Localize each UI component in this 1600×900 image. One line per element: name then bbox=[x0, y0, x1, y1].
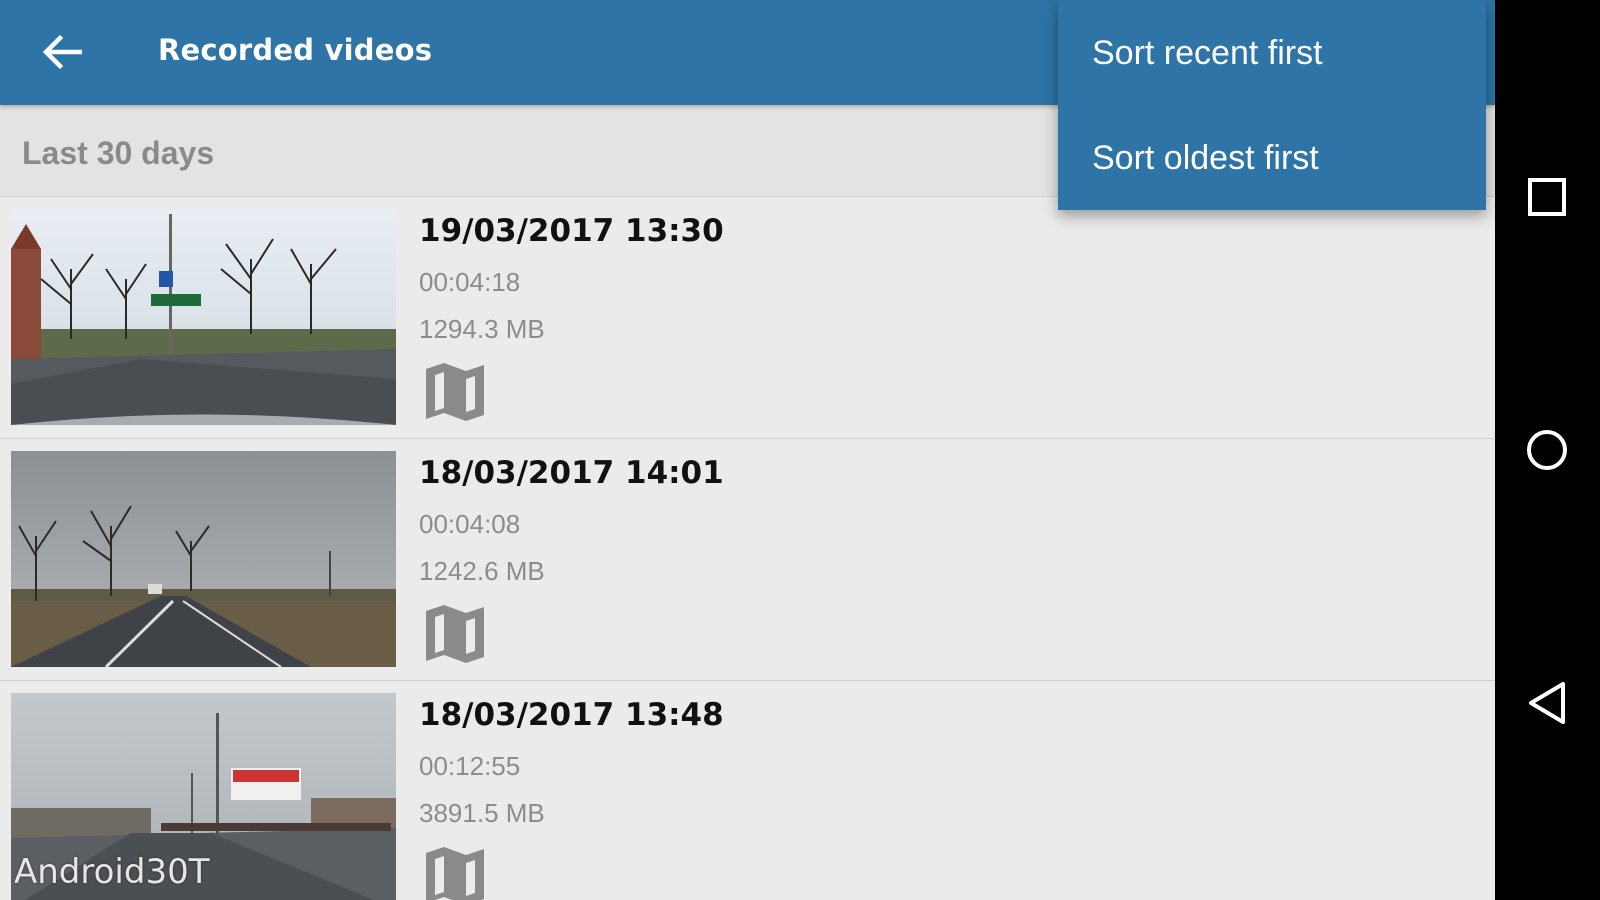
video-size: 1294.3 MB bbox=[419, 314, 545, 344]
system-navigation-bar bbox=[1495, 0, 1600, 900]
video-date: 19/03/2017 13:30 bbox=[419, 213, 724, 249]
menu-item-sort-recent[interactable]: Sort recent first bbox=[1058, 0, 1486, 105]
map-button[interactable] bbox=[424, 361, 492, 425]
page-title: Recorded videos bbox=[158, 33, 433, 67]
section-title: Last 30 days bbox=[22, 135, 215, 171]
home-button[interactable] bbox=[1517, 420, 1577, 480]
video-duration: 00:12:55 bbox=[419, 751, 521, 781]
map-icon bbox=[426, 847, 484, 900]
video-size: 3891.5 MB bbox=[419, 798, 545, 828]
video-thumbnail[interactable] bbox=[11, 451, 396, 667]
watermark-logo: Android30T bbox=[14, 852, 210, 892]
sort-menu: Sort recent first Sort oldest first bbox=[1058, 0, 1486, 210]
video-duration: 00:04:18 bbox=[419, 267, 521, 297]
video-size: 1242.6 MB bbox=[419, 556, 545, 586]
menu-item-sort-oldest[interactable]: Sort oldest first bbox=[1058, 105, 1486, 210]
video-duration: 00:04:08 bbox=[419, 509, 521, 539]
menu-item-label: Sort recent first bbox=[1092, 34, 1323, 72]
back-triangle-icon bbox=[1529, 682, 1565, 724]
back-button[interactable] bbox=[30, 22, 94, 82]
recents-square-icon bbox=[1528, 178, 1566, 216]
video-thumbnail[interactable] bbox=[11, 209, 396, 425]
video-date: 18/03/2017 14:01 bbox=[419, 455, 724, 491]
map-button[interactable] bbox=[424, 845, 492, 900]
video-date: 18/03/2017 13:48 bbox=[419, 697, 724, 733]
back-nav-button[interactable] bbox=[1517, 673, 1577, 733]
map-button[interactable] bbox=[424, 603, 492, 667]
video-list-item[interactable]: 18/03/2017 14:01 00:04:08 1242.6 MB bbox=[0, 439, 1495, 681]
recents-button[interactable] bbox=[1517, 167, 1577, 227]
video-list-item[interactable]: 18/03/2017 13:48 00:12:55 3891.5 MB bbox=[0, 681, 1495, 900]
video-list-item[interactable]: 19/03/2017 13:30 00:04:18 1294.3 MB bbox=[0, 197, 1495, 439]
app-screen: Recorded videos Last 30 days 19/03/2017 … bbox=[0, 0, 1495, 900]
home-circle-icon bbox=[1527, 430, 1567, 470]
map-icon bbox=[426, 363, 484, 421]
arrow-left-icon bbox=[42, 34, 82, 70]
map-icon bbox=[426, 605, 484, 663]
menu-item-label: Sort oldest first bbox=[1092, 139, 1319, 177]
